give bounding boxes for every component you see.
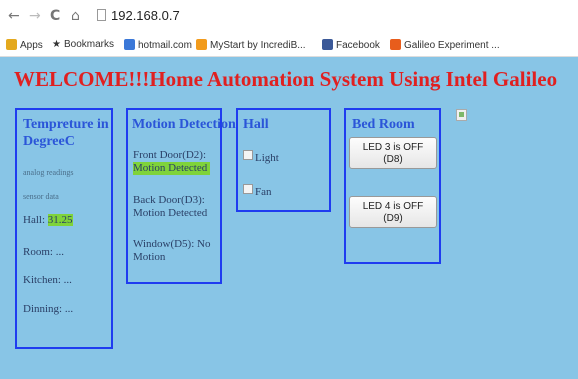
forward-arrow-icon[interactable]: → [29, 9, 41, 23]
bookmark-bookmarks[interactable]: ★ Bookmarks [52, 39, 114, 50]
fan-checkbox[interactable] [243, 184, 253, 194]
analog-readings-label: analog readings [23, 168, 74, 177]
home-icon[interactable]: ⌂ [71, 9, 80, 23]
bedroom-panel: Bed Room LED 3 is OFF (D8) LED 4 is OFF … [344, 108, 441, 264]
bookmark-facebook[interactable]: Facebook [322, 39, 380, 51]
front-door-status: Motion Detected [133, 162, 211, 175]
hall-title: Hall [243, 117, 269, 132]
bedroom-title: Bed Room [352, 117, 415, 132]
window-label: Window(D5): No [133, 238, 211, 250]
bookmark-hotmail[interactable]: hotmail.com [124, 39, 192, 51]
motion-panel: Motion Detection Front Door(D2): Motion … [126, 108, 236, 284]
apps-grid-icon [6, 39, 17, 50]
motion-title: Motion Detection [132, 117, 236, 132]
led4-toggle-button[interactable]: LED 4 is OFF (D9) [349, 196, 437, 228]
page-icon [97, 9, 106, 21]
page-title: WELCOME!!!Home Automation System Using I… [14, 67, 558, 91]
dining-temperature: Dinning: ... [23, 303, 74, 315]
back-door-label: Back Door(D3): [133, 194, 205, 206]
star-icon: ★ [52, 39, 61, 50]
page-content: WELCOME!!!Home Automation System Using I… [0, 57, 578, 379]
reload-icon[interactable]: C [50, 9, 60, 23]
galileo-icon [390, 39, 401, 50]
hall-temperature: Hall: 31.25 [23, 214, 73, 226]
light-toggle[interactable]: Light [243, 150, 279, 165]
hotmail-icon [124, 39, 135, 50]
bookmark-apps[interactable]: Apps [6, 39, 43, 51]
temperature-title: Tempreture in DegreeC [23, 117, 109, 149]
temperature-panel: Tempreture in DegreeC analog readings se… [15, 108, 113, 349]
hall-temperature-value: 31.25 [47, 214, 73, 226]
sensor-data-label: sensor data [23, 192, 59, 201]
broken-image-icon [456, 109, 467, 121]
browser-toolbar: ← → C ⌂ 192.168.0.7 [0, 0, 578, 34]
back-arrow-icon[interactable]: ← [8, 9, 20, 23]
led3-toggle-button[interactable]: LED 3 is OFF (D8) [349, 137, 437, 169]
back-door-status: Motion Detected [133, 207, 208, 219]
kitchen-temperature: Kitchen: ... [23, 274, 72, 286]
bookmark-galileo[interactable]: Galileo Experiment ... [390, 39, 500, 51]
light-checkbox[interactable] [243, 150, 253, 160]
address-bar[interactable]: 192.168.0.7 [111, 8, 180, 23]
bookmark-mystart[interactable]: MyStart by IncrediB... [196, 39, 306, 51]
bookmarks-bar: Apps ★ Bookmarks hotmail.com MyStart by I… [0, 34, 578, 57]
fan-toggle[interactable]: Fan [243, 184, 272, 199]
mystart-icon [196, 39, 207, 50]
window-status: Motion [133, 251, 166, 263]
hall-panel: Hall Light Fan [236, 108, 331, 212]
facebook-icon [322, 39, 333, 50]
front-door-label: Front Door(D2): [133, 149, 207, 161]
room-temperature: Room: ... [23, 246, 64, 258]
